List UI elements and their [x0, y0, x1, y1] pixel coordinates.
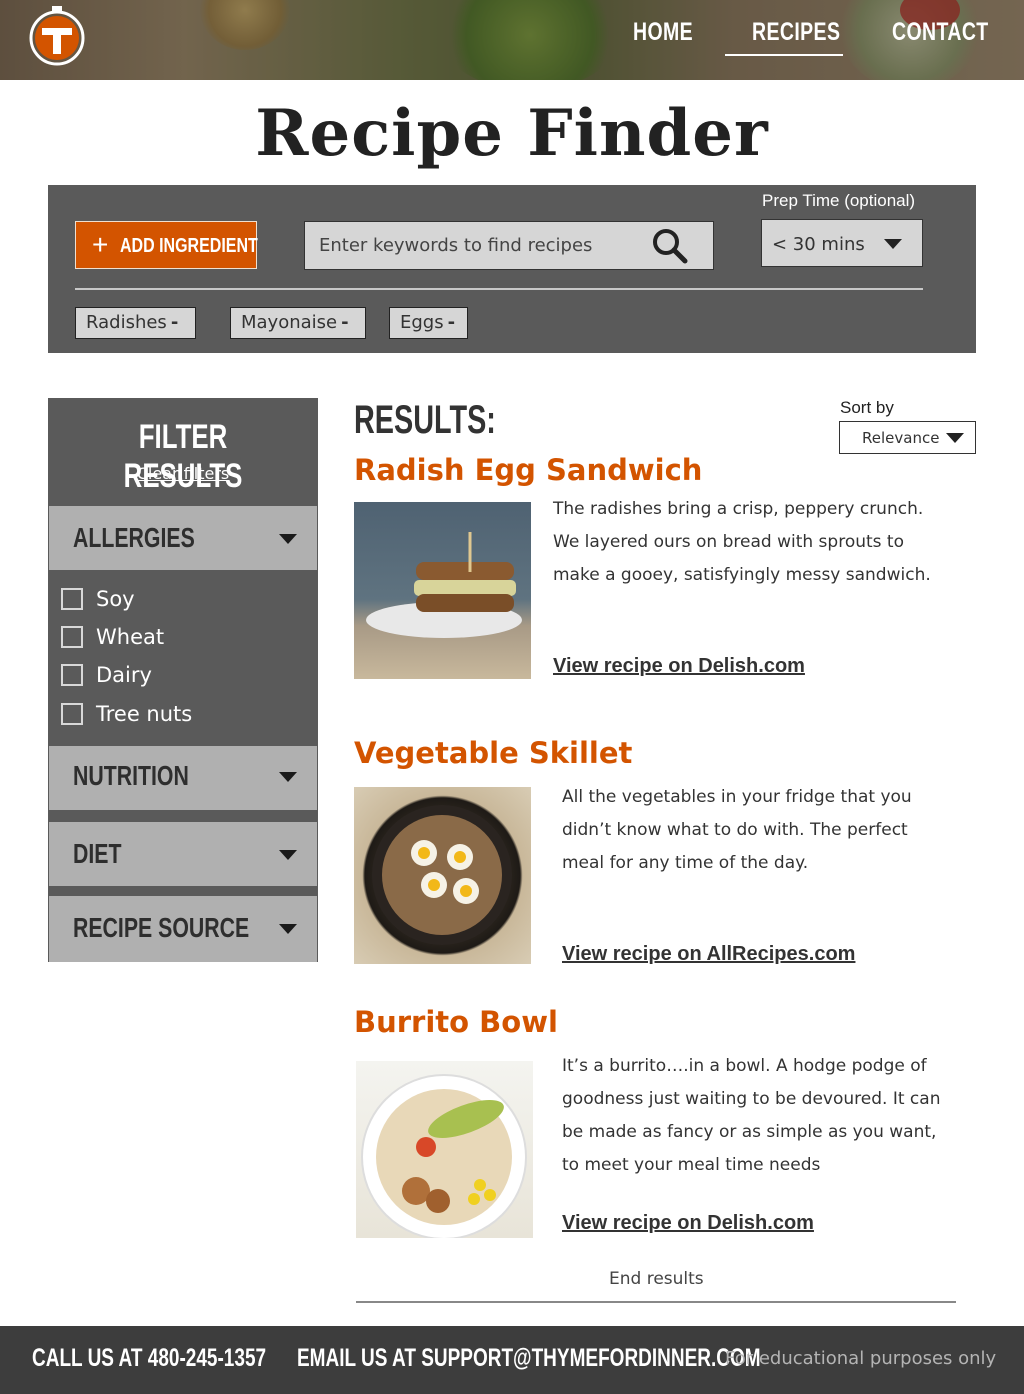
caret-down-icon: [279, 772, 297, 782]
recipe-source-link[interactable]: View recipe on AllRecipes.com: [562, 943, 855, 966]
sort-label: Sort by: [840, 398, 894, 417]
ingredient-chip[interactable]: Eggs -: [389, 307, 468, 339]
ingredient-chip-label: Radishes: [86, 312, 167, 333]
add-ingredient-button[interactable]: + ADD INGREDIENT: [75, 221, 258, 269]
caret-down-icon: [279, 534, 297, 544]
site-header: HOME RECIPES CONTACT: [0, 0, 1024, 80]
checkbox-label: Dairy: [96, 663, 152, 687]
nav-recipes-link[interactable]: RECIPES: [752, 18, 840, 54]
end-results-divider: [356, 1301, 956, 1303]
prep-time-select[interactable]: < 30 mins: [761, 219, 923, 267]
recipe-description: All the vegetables in your fridge that y…: [562, 787, 912, 873]
ingredient-chip[interactable]: Radishes -: [75, 307, 196, 339]
recipe-source-link[interactable]: View recipe on Delish.com: [562, 1212, 814, 1235]
filter-section-label: NUTRITION: [73, 760, 189, 791]
filter-section-label: DIET: [73, 838, 122, 869]
remove-ingredient-icon[interactable]: -: [341, 312, 348, 333]
recipe-description: It’s a burrito….in a bowl. A hodge podge…: [562, 1056, 941, 1175]
filter-section-recipe-source[interactable]: RECIPE SOURCE: [49, 896, 317, 962]
filter-title: FILTER RESULTS: [123, 418, 243, 495]
caret-down-icon: [279, 924, 297, 934]
filter-section-nutrition[interactable]: NUTRITION: [49, 746, 317, 810]
ingredient-chip-label: Eggs: [400, 312, 444, 333]
logo-icon[interactable]: [24, 4, 90, 66]
prep-time-value: < 30 mins: [772, 234, 865, 255]
checkbox-label: Wheat: [96, 625, 165, 649]
sandwich-illustration: [366, 532, 522, 638]
filter-section-diet[interactable]: DIET: [49, 822, 317, 886]
page-title: Recipe Finder: [255, 96, 769, 171]
keyword-search-input[interactable]: [305, 222, 645, 269]
keyword-search-box: [304, 221, 714, 270]
checkbox[interactable]: [61, 626, 83, 648]
recipe-image-skillet[interactable]: [354, 787, 531, 964]
recipe-title[interactable]: Vegetable Skillet: [354, 736, 632, 770]
recipe-title[interactable]: Radish Egg Sandwich: [354, 453, 702, 487]
nav-home-link[interactable]: HOME: [633, 18, 693, 54]
filter-section-allergies[interactable]: ALLERGIES: [49, 506, 317, 570]
sort-value: Relevance: [862, 429, 940, 447]
recipe-description: The radishes bring a crisp, peppery crun…: [553, 499, 931, 585]
caret-down-icon: [884, 239, 902, 249]
footer-phone[interactable]: CALL US AT 480-245-1357: [32, 1344, 266, 1373]
checkbox[interactable]: [61, 664, 83, 686]
ingredient-chip-label: Mayonaise: [241, 312, 338, 333]
burrito-bowl-illustration: [361, 1074, 527, 1238]
checkbox-label: Soy: [96, 587, 135, 611]
clear-filters-link[interactable]: Clear filters: [48, 464, 318, 483]
checkbox[interactable]: [61, 703, 83, 725]
remove-ingredient-icon[interactable]: -: [448, 312, 455, 333]
results-heading: RESULTS:: [354, 398, 496, 442]
search-divider: [75, 288, 923, 290]
search-icon[interactable]: [651, 227, 689, 265]
filter-sidebar: FILTER RESULTS Clear filters ALLERGIES S…: [48, 398, 318, 962]
sort-select[interactable]: Relevance: [839, 421, 976, 454]
recipe-title[interactable]: Burrito Bowl: [354, 1005, 558, 1039]
add-ingredient-label: ADD INGREDIENT: [120, 235, 258, 257]
header-overlay: [0, 0, 1024, 80]
nav-contact-link[interactable]: CONTACT: [892, 18, 989, 54]
filter-section-label: RECIPE SOURCE: [73, 912, 250, 943]
footer-note: For educational purposes only: [725, 1348, 997, 1369]
prep-time-label: Prep Time (optional): [762, 191, 916, 210]
active-nav-indicator: [725, 54, 843, 56]
caret-down-icon: [946, 433, 964, 443]
plus-icon: +: [92, 229, 109, 260]
checkbox-label: Tree nuts: [96, 702, 193, 726]
caret-down-icon: [279, 850, 297, 860]
search-panel: + ADD INGREDIENT Prep Time (optional) < …: [48, 185, 976, 353]
remove-ingredient-icon[interactable]: -: [171, 312, 178, 333]
ingredient-chip[interactable]: Mayonaise -: [230, 307, 366, 339]
end-results-label: End results: [609, 1269, 704, 1289]
checkbox[interactable]: [61, 588, 83, 610]
recipe-image-sandwich[interactable]: [354, 502, 531, 679]
skillet-illustration: [372, 805, 512, 945]
recipe-image-burrito-bowl[interactable]: [356, 1061, 533, 1238]
site-footer: CALL US AT 480-245-1357 EMAIL US AT SUPP…: [0, 1326, 1024, 1394]
footer-email[interactable]: EMAIL US AT SUPPORT@THYMEFORDINNER.COM: [297, 1344, 761, 1373]
recipe-source-link[interactable]: View recipe on Delish.com: [553, 655, 805, 678]
filter-section-label: ALLERGIES: [73, 522, 195, 553]
